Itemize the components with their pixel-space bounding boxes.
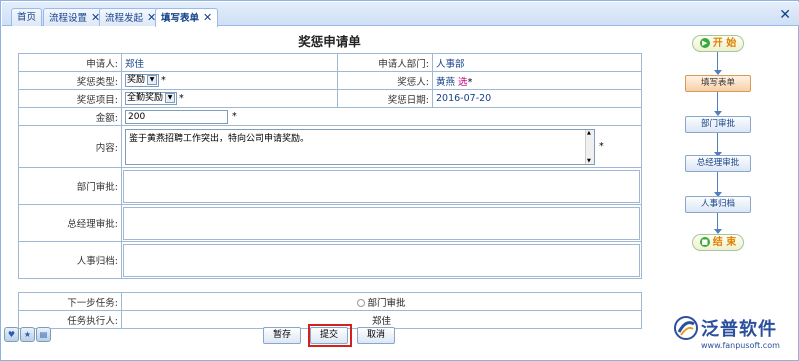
form-table: 申请人: 郑佳 申请人部门: 人事部 奖惩类型: 奖励 ▼ * 奖惩人: 黄燕 选*…: [18, 53, 642, 279]
logo-icon: [674, 316, 698, 340]
hr-archive-label: 人事归档:: [18, 241, 122, 279]
flow-node-fill-form: 填写表单: [685, 75, 751, 92]
pick-link[interactable]: 选: [458, 77, 468, 88]
flow-node-gm-approval: 总经理审批: [685, 155, 751, 172]
required-mark: *: [467, 76, 473, 88]
tab-fill-form[interactable]: 填写表单 ✕: [155, 8, 219, 27]
form-area: 奖惩申请单 申请人: 郑佳 申请人部门: 人事部 奖惩类型: 奖励 ▼ * 奖惩人:…: [18, 31, 642, 329]
flow-end: ■ 结 束: [692, 234, 744, 251]
applicant-label: 申请人:: [18, 53, 122, 72]
tab-home[interactable]: 首页: [11, 8, 43, 26]
star-icon[interactable]: ★: [20, 327, 35, 342]
flow-start: ▶ 开 始: [692, 35, 744, 52]
save-button[interactable]: 暂存: [263, 327, 301, 344]
tab-label: 填写表单: [161, 13, 200, 24]
main-window: 首页 流程设置 ✕ 流程发起 ✕ 填写表单 ✕ ✕ 奖惩申请单 申请人: 郑佳 申请人…: [0, 0, 799, 361]
logo-name: 泛普软件: [701, 319, 777, 340]
bottom-icon-group: ♥ ★ ▤: [4, 327, 52, 342]
executor-value: 郑佳: [121, 310, 642, 329]
tab-bar: 首页 流程设置 ✕ 流程发起 ✕ 填写表单 ✕ ✕: [2, 2, 799, 27]
required-mark: *: [599, 141, 604, 152]
flow-end-label: 结 束: [712, 237, 737, 248]
executor-label: 任务执行人:: [18, 310, 122, 329]
amount-input[interactable]: 200: [125, 109, 228, 124]
dept-approval-box: [123, 169, 640, 203]
required-mark: *: [179, 93, 184, 104]
required-mark: *: [232, 111, 237, 122]
flow-node-hr-archive: 人事归档: [685, 196, 751, 213]
dept-approval-label: 部门审批:: [18, 167, 122, 205]
type-select[interactable]: 奖励 ▼: [125, 74, 160, 87]
heart-icon[interactable]: ♥: [4, 327, 19, 342]
dept-value: 人事部: [432, 53, 642, 72]
item-label: 奖惩项目:: [18, 89, 122, 108]
scrollbar[interactable]: [585, 129, 594, 164]
chevron-down-icon[interactable]: ▼: [165, 93, 176, 103]
content-text: 鉴于黄燕招聘工作突出，特向公司申请奖励。: [129, 133, 310, 144]
person-value: 黄燕: [436, 76, 456, 88]
cancel-button[interactable]: 取消: [357, 327, 395, 344]
dept-label: 申请人部门:: [337, 53, 433, 72]
content-textarea[interactable]: 鉴于黄燕招聘工作突出，特向公司申请奖励。: [125, 128, 595, 165]
item-select-value: 全勤奖励: [127, 93, 164, 103]
flow-connector: [717, 133, 718, 154]
item-select[interactable]: 全勤奖励 ▼: [125, 92, 178, 105]
next-task-label: 下一步任务:: [18, 292, 122, 311]
end-icon: ■: [699, 237, 710, 247]
radio-icon[interactable]: [357, 299, 366, 307]
tab-label: 流程设置: [49, 13, 88, 24]
flow-connector: [717, 52, 718, 72]
flow-chart: ▶ 开 始 填写表单 部门审批 总经理审批 人事归档 ■ 结 束: [677, 31, 777, 261]
brand-logo: 泛普软件 www.fanpusoft.com: [669, 313, 794, 359]
form-title: 奖惩申请单: [298, 34, 361, 49]
hr-archive-box: [123, 243, 640, 277]
logo-url: www.fanpusoft.com: [701, 341, 780, 350]
gm-approval-label: 总经理审批:: [18, 204, 122, 242]
submit-highlight: [308, 324, 352, 347]
start-icon: ▶: [699, 38, 710, 48]
close-icon[interactable]: ✕: [203, 11, 212, 24]
required-mark: *: [161, 75, 166, 86]
tab-label: 流程发起: [105, 13, 144, 24]
tab-process-settings[interactable]: 流程设置 ✕: [43, 8, 107, 26]
amount-label: 金额:: [18, 107, 122, 126]
next-task-value: 部门审批: [367, 297, 406, 309]
flow-node-dept-approval: 部门审批: [685, 116, 751, 133]
flow-connector: [717, 92, 718, 113]
date-label: 奖惩日期:: [337, 89, 433, 108]
flow-start-label: 开 始: [712, 38, 737, 49]
tab-label: 首页: [17, 12, 37, 23]
tab-process-start[interactable]: 流程发起 ✕: [99, 8, 163, 26]
date-value: 2016-07-20: [432, 89, 642, 108]
type-label: 奖惩类型:: [18, 71, 122, 90]
person-label: 奖惩人:: [337, 71, 433, 90]
gm-approval-box: [123, 206, 640, 240]
applicant-value: 郑佳: [121, 53, 338, 72]
content-label: 内容:: [18, 125, 122, 168]
print-icon[interactable]: ▤: [36, 327, 51, 342]
type-select-value: 奖励: [127, 75, 146, 85]
chevron-down-icon[interactable]: ▼: [147, 75, 158, 85]
window-close-icon[interactable]: ✕: [779, 8, 791, 22]
flow-connector: [717, 172, 718, 194]
